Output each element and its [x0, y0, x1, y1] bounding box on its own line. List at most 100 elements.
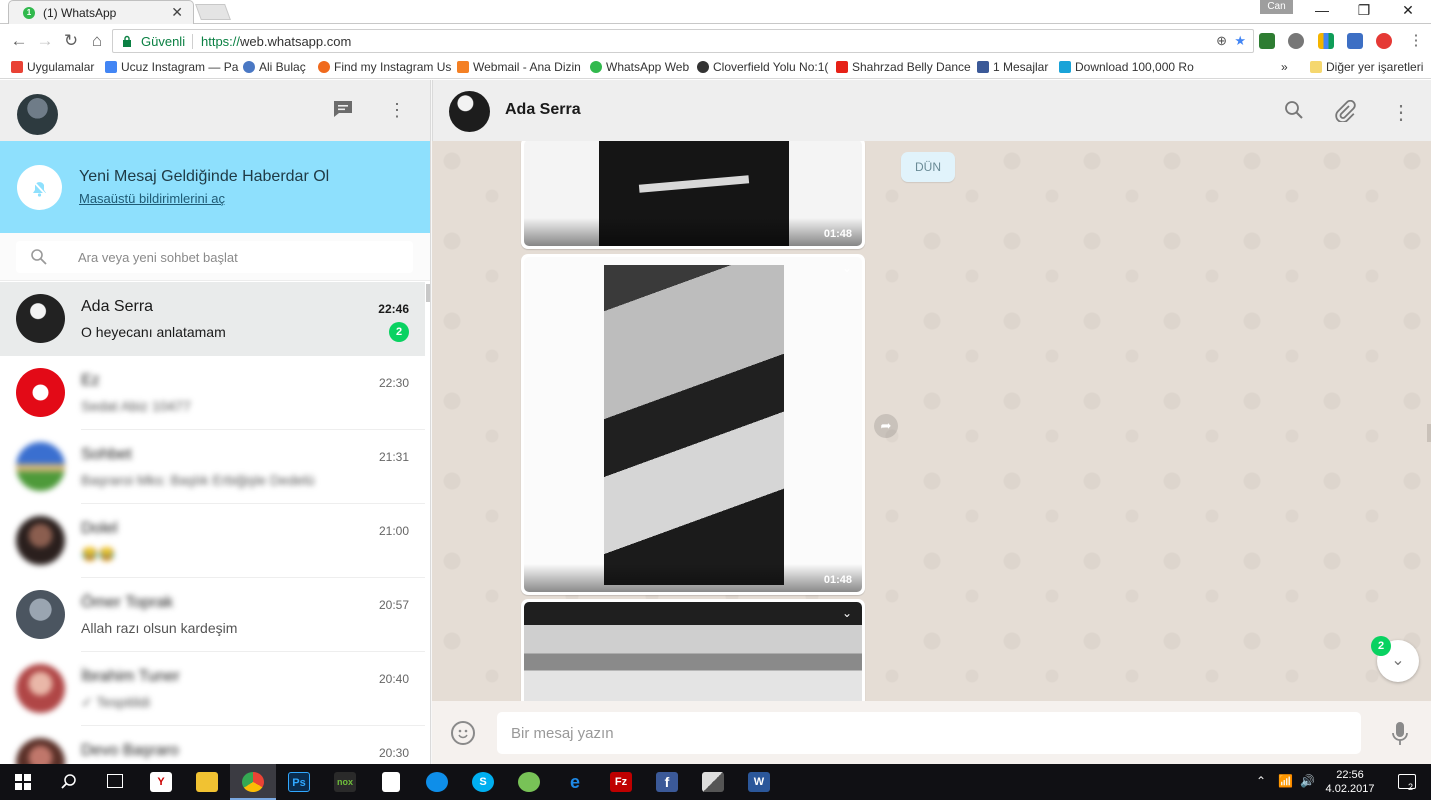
chat-time: 21:00 — [378, 524, 409, 538]
bookmark-star-icon[interactable]: ★ — [1234, 33, 1246, 49]
forward-icon[interactable]: → — [34, 31, 56, 51]
emoji-icon[interactable] — [451, 721, 475, 745]
volume-icon[interactable]: 🔊 — [1300, 774, 1315, 788]
start-button[interactable] — [0, 764, 46, 800]
teamviewer-icon — [426, 772, 448, 792]
chat-time: 20:30 — [378, 746, 409, 760]
photos-icon — [702, 772, 724, 792]
search-box[interactable] — [16, 241, 413, 273]
enable-notifications-link[interactable]: Masaüstü bildirimlerini aç — [79, 191, 225, 206]
attach-icon[interactable] — [1334, 99, 1356, 128]
network-icon[interactable]: 📶 — [1278, 774, 1293, 788]
taskbar-app-word[interactable]: W — [736, 764, 782, 800]
extension-analytics-icon[interactable] — [1318, 33, 1334, 49]
browser-tab-whatsapp[interactable]: 1 (1) WhatsApp ✕ — [8, 0, 194, 24]
bookmark-item[interactable]: Cloverfield Yolu No:1( — [697, 60, 828, 74]
message-time: 01:48 — [823, 228, 852, 240]
window-close-icon[interactable]: ✕ — [1398, 2, 1418, 19]
new-chat-icon[interactable] — [333, 100, 353, 123]
search-input[interactable] — [78, 247, 398, 267]
chat-item[interactable]: Dolel 😂😂 21:00 — [0, 504, 425, 578]
extension-save-icon[interactable] — [1347, 33, 1363, 49]
taskbar-app-skype[interactable]: S — [460, 764, 506, 800]
chat-item[interactable]: Ömer Toprak Allah razı olsun kardeşim 20… — [0, 578, 425, 652]
skype-icon: S — [472, 772, 494, 792]
message-scrollbar[interactable] — [1427, 424, 1431, 442]
action-center-button[interactable]: 2 — [1385, 764, 1431, 800]
search-messages-icon[interactable] — [1284, 100, 1304, 126]
contact-name[interactable]: Ada Serra — [505, 101, 581, 119]
adblock-plus-icon[interactable] — [1376, 33, 1392, 49]
home-icon[interactable]: ⌂ — [86, 31, 108, 51]
chat-item[interactable]: Devo Başraro 20:30 — [0, 726, 425, 764]
bookmark-favicon-icon — [457, 61, 469, 73]
tab-close-icon[interactable]: ✕ — [171, 4, 183, 21]
bookmark-item[interactable]: Webmail - Ana Dizin — [457, 60, 581, 74]
notification-banner[interactable]: Yeni Mesaj Geldiğinde Haberdar Ol Masaüs… — [0, 141, 430, 233]
taskbar-app-photoshop[interactable]: Ps — [276, 764, 322, 800]
image-message[interactable]: ⌄ 01:48 — [521, 254, 865, 595]
taskbar-app-android[interactable] — [506, 764, 552, 800]
taskbar-app-chrome[interactable] — [230, 764, 276, 800]
chrome-menu-icon[interactable]: ⋮ — [1405, 31, 1427, 49]
taskbar-app-store[interactable] — [368, 764, 414, 800]
bookmark-item[interactable]: 1 Mesajlar — [977, 60, 1048, 74]
taskbar-app-explorer[interactable] — [184, 764, 230, 800]
message-menu-chevron-icon[interactable]: ⌄ — [842, 606, 852, 620]
microphone-icon[interactable] — [1389, 720, 1411, 748]
image-photo[interactable]: ⌄ 01:48 — [524, 257, 862, 592]
conversation-menu-icon[interactable]: ⋮ — [1391, 100, 1411, 125]
message-menu-chevron-icon[interactable]: ⌄ — [842, 261, 852, 275]
bookmark-item[interactable]: Ali Bulaç — [243, 60, 306, 74]
address-bar[interactable]: Güvenli https://web.whatsapp.com ⊕ ★ — [112, 29, 1254, 53]
conversation-header[interactable]: Ada Serra ⋮ — [432, 80, 1431, 141]
restore-icon[interactable]: ❐ — [1354, 2, 1374, 19]
taskbar-app-filezilla[interactable]: Fz — [598, 764, 644, 800]
profile-button[interactable]: Can — [1260, 0, 1293, 14]
chat-item[interactable]: Ez Sedat Abiz 10477 22:30 — [0, 356, 425, 430]
other-bookmarks[interactable]: Diğer yer işaretleri — [1310, 60, 1423, 74]
taskbar-app-edge[interactable]: e — [552, 764, 598, 800]
filezilla-icon: Fz — [610, 772, 632, 792]
chat-list-scrollbar[interactable] — [426, 284, 430, 302]
message-input[interactable] — [497, 712, 1361, 754]
new-tab-button[interactable] — [195, 4, 231, 20]
image-photo[interactable]: 01:48 — [524, 141, 862, 246]
extension-downloader-icon[interactable] — [1259, 33, 1275, 49]
composer — [432, 701, 1431, 764]
taskbar-app-yandex[interactable]: Y — [138, 764, 184, 800]
security-label: Güvenli — [141, 34, 186, 49]
taskbar-app-nox[interactable]: nox — [322, 764, 368, 800]
taskbar-app-facebook[interactable]: f — [644, 764, 690, 800]
bookmark-favicon-icon — [318, 61, 330, 73]
taskbar-app-photos[interactable] — [690, 764, 736, 800]
bookmark-item[interactable]: Uygulamalar — [11, 60, 94, 74]
zoom-icon[interactable]: ⊕ — [1216, 33, 1227, 49]
task-view-button[interactable] — [92, 764, 138, 800]
minimize-icon[interactable]: — — [1312, 2, 1332, 18]
back-icon[interactable]: ← — [8, 31, 30, 51]
forward-icon[interactable]: ➦ — [874, 414, 898, 438]
search-taskbar-button[interactable] — [46, 764, 92, 800]
image-message[interactable]: 01:48 — [521, 141, 865, 249]
bookmark-item[interactable]: WhatsApp Web — [590, 60, 689, 74]
bookmark-item[interactable]: Find my Instagram Us — [318, 60, 451, 74]
bookmark-item[interactable]: Ucuz Instagram — Pa — [105, 60, 238, 74]
taskbar-clock[interactable]: 22:56 4.02.2017 — [1318, 768, 1382, 796]
chat-item[interactable]: Sohbet Başraroi Mks: Başlık Erbiğişle De… — [0, 430, 425, 504]
chat-item[interactable]: Ada Serra O heyecanı anlatamam 22:46 2 — [0, 282, 425, 356]
contact-avatar[interactable] — [449, 91, 490, 132]
image-message[interactable]: ⌄ — [521, 599, 865, 701]
my-avatar[interactable] — [17, 94, 58, 135]
menu-icon[interactable]: ⋮ — [388, 100, 406, 121]
taskbar-app-teamviewer[interactable] — [414, 764, 460, 800]
reload-icon[interactable]: ↻ — [60, 31, 82, 51]
extension-globe-icon[interactable] — [1288, 33, 1304, 49]
bookmark-item[interactable]: Download 100,000 Ro — [1059, 60, 1194, 74]
image-photo[interactable]: ⌄ — [524, 602, 862, 701]
bookmark-item[interactable]: Shahrzad Belly Dance — [836, 60, 971, 74]
tray-overflow-icon[interactable]: ⌃ — [1256, 774, 1266, 788]
bookmarks-overflow-icon[interactable]: » — [1281, 60, 1288, 74]
action-center-icon — [1398, 774, 1416, 789]
chat-item[interactable]: İbrahim Tuner ✓ Tespitildi 20:40 — [0, 652, 425, 726]
